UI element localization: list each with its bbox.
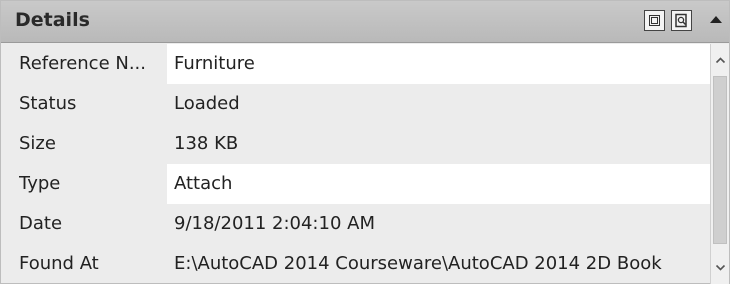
date-value: 9/18/2011 2:04:10 AM bbox=[174, 213, 375, 234]
details-header[interactable]: Details bbox=[1, 1, 729, 43]
reference-name-field[interactable]: Furniture bbox=[167, 44, 710, 84]
row-date: Date 9/18/2011 2:04:10 AM bbox=[1, 204, 710, 244]
chevron-up-icon[interactable] bbox=[710, 16, 722, 23]
panel-title: Details bbox=[15, 9, 90, 31]
row-type[interactable]: Type Attach bbox=[1, 164, 710, 204]
vertical-scrollbar[interactable] bbox=[710, 44, 729, 284]
details-rows: Reference N... Furniture Status Loaded S… bbox=[1, 44, 710, 284]
row-label: Type bbox=[19, 173, 61, 194]
row-found-at: Found At E:\AutoCAD 2014 Courseware\Auto… bbox=[1, 244, 710, 284]
details-button[interactable] bbox=[671, 10, 692, 31]
status-value: Loaded bbox=[174, 93, 240, 114]
row-reference-name[interactable]: Reference N... Furniture bbox=[1, 44, 710, 84]
preview-button[interactable] bbox=[644, 10, 665, 31]
row-size: Size 138 KB bbox=[1, 124, 710, 164]
row-label: Date bbox=[19, 213, 63, 234]
found-at-value: E:\AutoCAD 2014 Courseware\AutoCAD 2014 … bbox=[174, 253, 662, 274]
type-field[interactable]: Attach bbox=[167, 164, 710, 204]
details-panel: Details Reference N... Furniture Status … bbox=[0, 0, 730, 284]
row-label: Status bbox=[19, 93, 77, 114]
scroll-up-icon[interactable] bbox=[715, 55, 726, 66]
size-value: 138 KB bbox=[174, 133, 239, 154]
scroll-down-icon[interactable] bbox=[715, 262, 726, 273]
row-label: Size bbox=[19, 133, 56, 154]
row-label: Found At bbox=[19, 253, 99, 274]
row-label: Reference N... bbox=[19, 53, 146, 74]
row-status: Status Loaded bbox=[1, 84, 710, 124]
scrollbar-thumb[interactable] bbox=[713, 76, 727, 244]
